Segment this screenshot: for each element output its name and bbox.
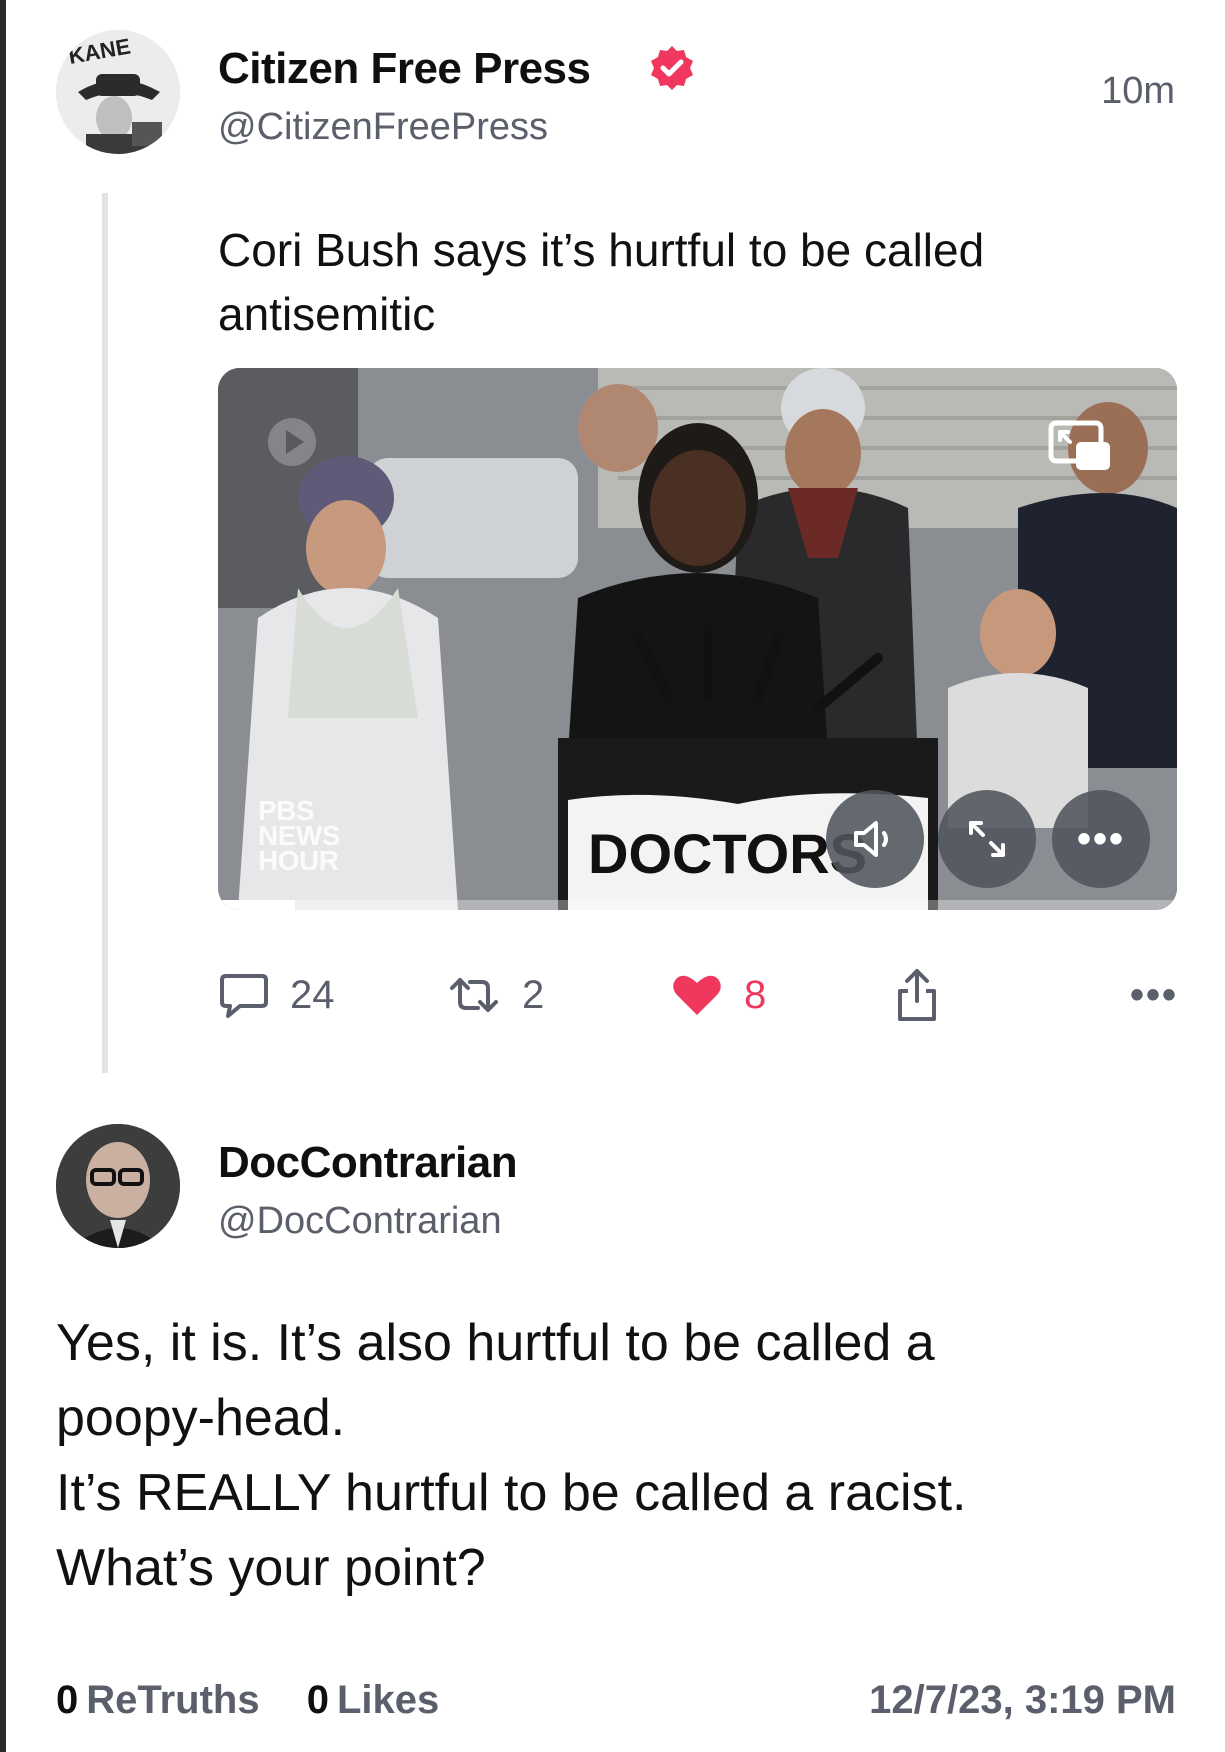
broadcaster-logo-line: HOUR	[258, 845, 339, 876]
quoted-text-line: Cori Bush says it’s hurtful to be called	[218, 224, 985, 276]
post-footer: 0 ReTruths 0 Likes 12/7/23, 3:19 PM	[56, 1678, 1176, 1723]
video-player[interactable]: DOCTORS PBS NEWS HOUR •••	[218, 368, 1177, 910]
likes-stat[interactable]: 0 Likes	[307, 1678, 440, 1723]
video-progress-fill	[218, 900, 295, 910]
like-count: 8	[744, 972, 767, 1017]
reply-button[interactable]: 24	[218, 960, 335, 1030]
post-text-line: What’s your point?	[56, 1539, 486, 1597]
more-icon: •••	[1076, 816, 1125, 861]
avatar-citizen-free-press[interactable]: KANE	[56, 30, 180, 154]
author-handle[interactable]: @DocContrarian	[218, 1200, 502, 1243]
reply-icon	[220, 974, 268, 1018]
likes-count: 0	[306, 1678, 329, 1722]
post-date: 12/7/23, 3:19 PM	[869, 1678, 1176, 1722]
quoted-display-name[interactable]: Citizen Free Press	[218, 44, 591, 94]
volume-icon	[854, 821, 888, 857]
like-button[interactable]: 8	[670, 960, 766, 1030]
quoted-text-line: antisemitic	[218, 288, 436, 340]
post-more-button[interactable]: •••	[1130, 960, 1178, 1030]
video-progress-bar[interactable]	[218, 900, 1177, 910]
reply-count: 24	[290, 972, 335, 1017]
post-text-line: poopy-head.	[56, 1389, 346, 1447]
author-display-name[interactable]: DocContrarian	[218, 1138, 518, 1188]
video-more-button[interactable]: •••	[1052, 790, 1150, 888]
retruth-button[interactable]: 2	[446, 960, 544, 1030]
quoted-timestamp: 10m	[1101, 70, 1175, 112]
retruths-stat[interactable]: 0 ReTruths	[56, 1678, 260, 1723]
retruth-count: 2	[522, 972, 545, 1017]
share-icon	[898, 969, 936, 1021]
broadcaster-logo: PBS NEWS HOUR	[258, 797, 341, 876]
post-text-line: Yes, it is. It’s also hurtful to be call…	[56, 1314, 935, 1372]
mute-button[interactable]	[826, 790, 924, 888]
thread-line	[102, 193, 108, 1073]
heart-icon	[673, 975, 721, 1015]
quoted-handle[interactable]: @CitizenFreePress	[218, 106, 548, 149]
post-text: Yes, it is. It’s also hurtful to be call…	[56, 1306, 1176, 1606]
share-button[interactable]	[894, 960, 960, 1030]
quoted-actions-bar: 24 2 8 •••	[218, 960, 1178, 1030]
window-edge	[0, 0, 6, 1752]
expand-icon	[969, 821, 1005, 857]
play-icon	[268, 418, 316, 466]
verified-badge-icon	[651, 46, 693, 90]
retruth-icon	[450, 978, 498, 1012]
podium-sign-text: DOCTORS	[588, 822, 867, 885]
more-icon: •••	[1129, 972, 1178, 1017]
fullscreen-button[interactable]	[938, 790, 1036, 888]
quoted-post-text[interactable]: Cori Bush says it’s hurtful to be called…	[218, 218, 1098, 346]
avatar-doc-contrarian[interactable]	[56, 1124, 180, 1248]
likes-label: Likes	[336, 1678, 440, 1722]
picture-in-picture-icon[interactable]	[1048, 420, 1114, 474]
retruths-count: 0	[56, 1678, 79, 1722]
retruths-label: ReTruths	[86, 1678, 260, 1722]
post-text-line: It’s REALLY hurtful to be called a racis…	[56, 1464, 967, 1522]
